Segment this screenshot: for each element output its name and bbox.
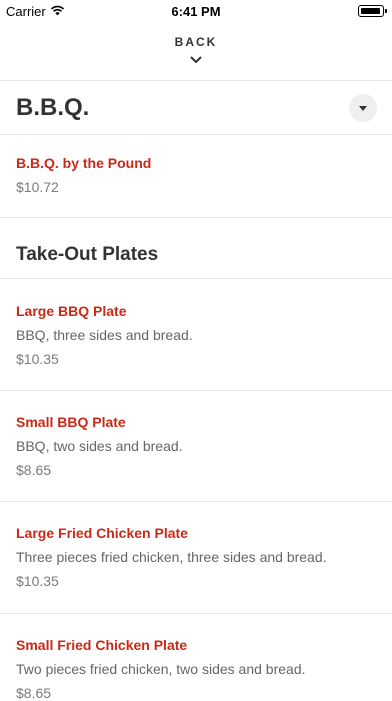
category-toggle-button[interactable] (349, 94, 377, 122)
menu-item-name: Small BBQ Plate (16, 414, 126, 430)
menu-item[interactable]: B.B.Q. by the Pound $10.72 (0, 135, 392, 218)
menu-item[interactable]: Large Fried Chicken Plate Three pieces f… (0, 502, 392, 614)
menu-item-description: BBQ, three sides and bread. (16, 327, 193, 343)
subsection-title: Take-Out Plates (16, 244, 159, 265)
menu-item-price: $8.65 (16, 685, 52, 701)
battery-icon (358, 5, 387, 17)
status-time: 6:41 PM (171, 4, 221, 19)
category-title: B.B.Q. (16, 94, 90, 121)
menu-item[interactable]: Small Fried Chicken Plate Two pieces fri… (0, 614, 392, 701)
menu-item-name: Large BBQ Plate (16, 303, 127, 319)
menu-item-price: $10.35 (16, 351, 59, 367)
category-header: B.B.Q. (0, 81, 392, 135)
menu-item-description: Two pieces fried chicken, two sides and … (16, 661, 306, 677)
back-button[interactable]: BACK (0, 22, 392, 81)
menu-item[interactable]: Large BBQ Plate BBQ, three sides and bre… (0, 279, 392, 391)
menu-item-description: BBQ, two sides and bread. (16, 438, 183, 454)
menu-item[interactable]: Small BBQ Plate BBQ, two sides and bread… (0, 391, 392, 502)
subsection-header: Take-Out Plates (0, 218, 392, 279)
menu-item-price: $8.65 (16, 462, 52, 478)
menu-item-description: Three pieces fried chicken, three sides … (16, 549, 327, 565)
menu-item-price: $10.72 (16, 179, 59, 195)
menu-item-name: B.B.Q. by the Pound (16, 155, 152, 171)
menu-item-name: Small Fried Chicken Plate (16, 637, 188, 653)
caret-down-icon (359, 99, 367, 117)
menu-item-name: Large Fried Chicken Plate (16, 525, 188, 541)
chevron-down-icon (190, 51, 202, 69)
status-bar: Carrier 6:41 PM (0, 0, 392, 22)
menu-item-price: $10.35 (16, 573, 59, 589)
back-label: BACK (174, 35, 218, 49)
